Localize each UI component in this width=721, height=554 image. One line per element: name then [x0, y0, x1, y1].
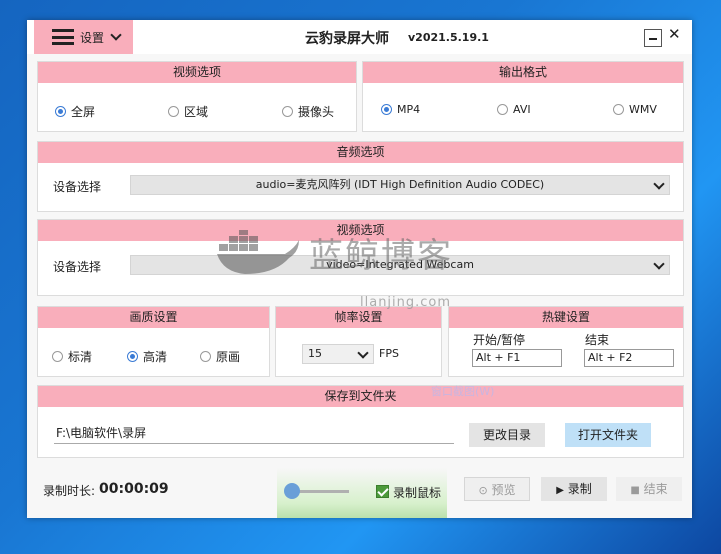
volume-slider-knob[interactable] [284, 483, 300, 499]
app-title: 云豹录屏大师 [305, 31, 389, 47]
settings-menu-button[interactable]: 设置 [34, 20, 133, 54]
radio-indicator [52, 351, 63, 362]
stop-icon: ■ [630, 485, 640, 496]
duration-label: 录制时长: [43, 484, 96, 498]
video-device-select[interactable]: video=Integrated Webcam [130, 255, 670, 275]
save-folder-panel: 保存到文件夹 F:\电脑软件\录屏 更改目录 打开文件夹 [37, 385, 684, 458]
radio-indicator [127, 351, 138, 362]
radio-label: AVI [513, 103, 531, 116]
radio-region[interactable]: 区域 [168, 103, 208, 120]
radio-label: 原画 [216, 350, 241, 364]
duration-value: 00:00:09 [99, 481, 169, 497]
save-folder-header: 保存到文件夹 [38, 386, 683, 407]
audio-device-value: audio=麦克风阵列 (IDT High Definition Audio C… [255, 178, 545, 191]
record-button[interactable]: ▶ 录制 [541, 477, 607, 501]
change-dir-button[interactable]: 更改目录 [469, 423, 545, 447]
radio-indicator [497, 104, 508, 115]
preview-label: 预览 [491, 483, 516, 497]
radio-original[interactable]: 原画 [200, 348, 240, 365]
radio-indicator [168, 106, 179, 117]
ghost-menu-text: 窗口截图(W) [431, 385, 495, 398]
video-options-panel: 视频选项 全屏 区域 摄像头 [37, 61, 357, 132]
open-folder-button[interactable]: 打开文件夹 [565, 423, 651, 447]
framerate-select[interactable]: 15 [302, 344, 374, 364]
radio-fullscreen[interactable]: 全屏 [55, 103, 95, 120]
radio-label: 全屏 [71, 105, 96, 119]
framerate-value: 15 [308, 347, 322, 360]
video-device-header: 视频选项 [38, 220, 683, 241]
video-device-panel: 视频选项 设备选择 video=Integrated Webcam [37, 219, 684, 296]
output-format-panel: 输出格式 MP4 AVI WMV [362, 61, 684, 132]
watermark-url: llanjing.com [360, 295, 452, 310]
app-window: 设置 云豹录屏大师 v2021.5.19.1 ✕ 视频选项 全屏 区域 摄像头 … [27, 20, 692, 518]
menu-icon [52, 29, 74, 45]
radio-label: 区域 [184, 105, 209, 119]
audio-device-label: 设备选择 [53, 180, 102, 194]
chevron-down-icon [110, 29, 122, 41]
preview-button[interactable]: ⊙ 预览 [464, 477, 530, 501]
output-format-header: 输出格式 [363, 62, 683, 83]
record-mouse-label: 录制鼠标 [393, 486, 442, 500]
chevron-down-icon [357, 347, 369, 359]
radio-wmv[interactable]: WMV [613, 103, 657, 116]
radio-indicator [282, 106, 293, 117]
framerate-header: 帧率设置 [276, 307, 441, 328]
save-path-field[interactable]: F:\电脑软件\录屏 [54, 424, 454, 444]
title-bar: 设置 云豹录屏大师 v2021.5.19.1 ✕ [27, 20, 692, 54]
record-label: 录制 [567, 482, 592, 496]
close-icon[interactable]: ✕ [668, 24, 681, 44]
quality-panel: 画质设置 标清 高清 原画 [37, 306, 270, 377]
start-hotkey-field[interactable]: Alt + F1 [472, 349, 562, 367]
audio-options-header: 音频选项 [38, 142, 683, 163]
radio-indicator [200, 351, 211, 362]
radio-label: 标清 [68, 350, 93, 364]
video-device-value: video=Integrated Webcam [326, 258, 474, 271]
radio-label: 高清 [143, 350, 168, 364]
radio-mp4[interactable]: MP4 [381, 103, 420, 116]
radio-label: MP4 [397, 103, 421, 116]
radio-hd[interactable]: 高清 [127, 348, 167, 365]
play-circle-icon: ⊙ [478, 484, 488, 497]
audio-device-select[interactable]: audio=麦克风阵列 (IDT High Definition Audio C… [130, 175, 670, 195]
chevron-down-icon [653, 258, 665, 270]
end-hotkey-field[interactable]: Alt + F2 [584, 349, 674, 367]
radio-avi[interactable]: AVI [497, 103, 531, 116]
settings-menu-label: 设置 [80, 30, 105, 45]
minimize-icon[interactable] [644, 29, 662, 47]
end-hotkey-label: 结束 [585, 333, 610, 347]
chevron-down-icon [653, 178, 665, 190]
quality-header: 画质设置 [38, 307, 269, 328]
radio-label: WMV [629, 103, 657, 116]
framerate-unit: FPS [379, 347, 399, 360]
play-icon: ▶ [556, 485, 564, 496]
radio-sd[interactable]: 标清 [52, 348, 92, 365]
video-device-label: 设备选择 [53, 260, 102, 274]
hotkey-header: 热键设置 [449, 307, 683, 328]
framerate-panel: 帧率设置 15 FPS [275, 306, 442, 377]
radio-indicator [55, 106, 66, 117]
start-hotkey-label: 开始/暂停 [473, 333, 526, 347]
radio-indicator [613, 104, 624, 115]
video-options-header: 视频选项 [38, 62, 356, 83]
app-version: v2021.5.19.1 [408, 31, 489, 44]
hotkey-panel: 热键设置 开始/暂停 Alt + F1 结束 Alt + F2 [448, 306, 684, 377]
radio-indicator [381, 104, 392, 115]
stop-button[interactable]: ■ 结束 [616, 477, 682, 501]
radio-camera[interactable]: 摄像头 [282, 103, 334, 120]
stop-label: 结束 [643, 482, 668, 496]
audio-options-panel: 音频选项 设备选择 audio=麦克风阵列 (IDT High Definiti… [37, 141, 684, 212]
record-mouse-checkbox[interactable] [376, 485, 389, 498]
radio-label: 摄像头 [298, 105, 335, 119]
